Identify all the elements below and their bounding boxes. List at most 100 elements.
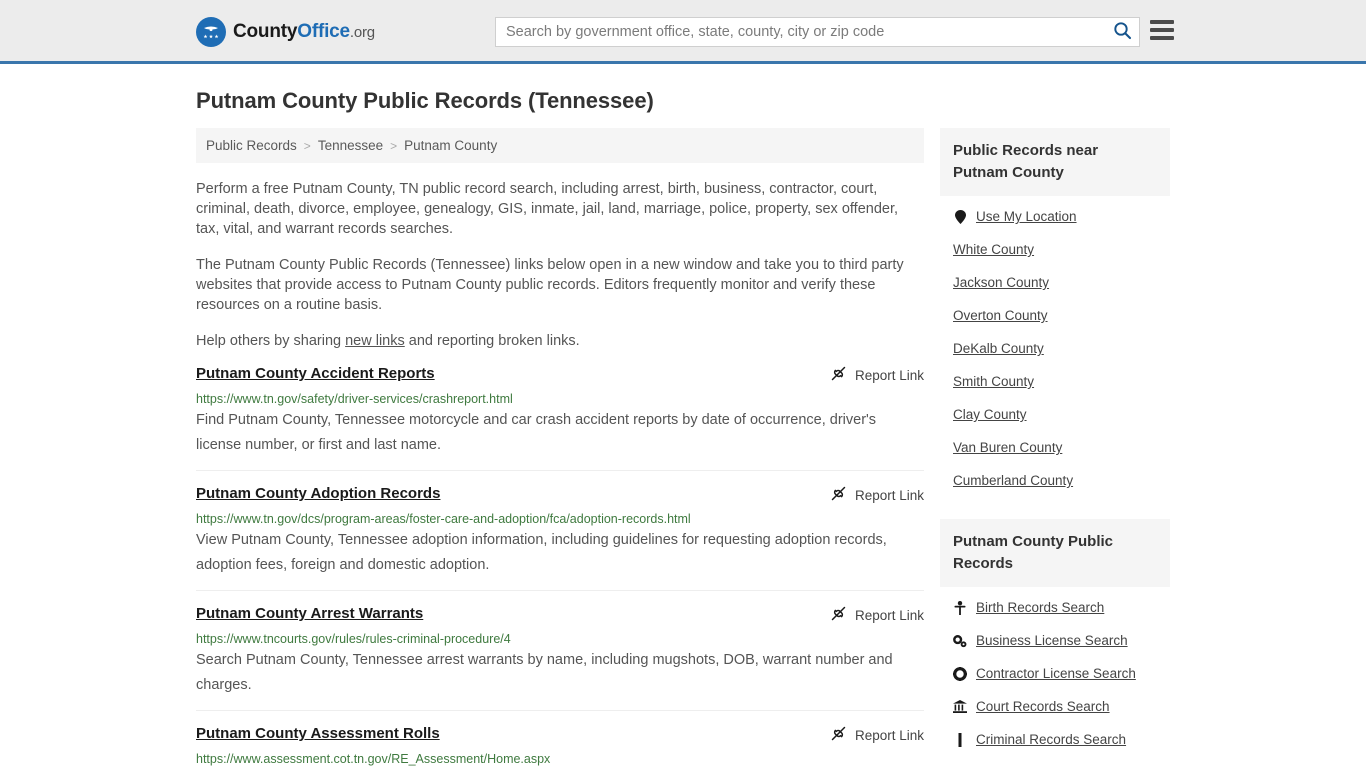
sidebar-link[interactable]: Smith County [953,374,1034,389]
cogs-icon [953,634,967,648]
sidebar-item-contractor-license-search[interactable]: Contractor License Search [953,657,1170,690]
sidebar-item-dekalb-county[interactable]: DeKalb County [953,332,1170,365]
breadcrumb-item-putnam-county[interactable]: Putnam County [404,138,497,153]
site-logo[interactable]: CountyOffice.org [196,17,375,47]
report-link-button[interactable]: Report Link [818,605,924,625]
breadcrumb-item-public-records[interactable]: Public Records [206,138,297,153]
report-link-button[interactable]: Report Link [818,725,924,745]
result-description: View Putnam County, Tennessee adoption i… [196,532,887,573]
search-icon [1113,21,1132,43]
result-description: Search Putnam County, Tennessee arrest w… [196,652,893,693]
eagle-seal-icon [196,17,226,47]
report-link-label: Report Link [854,607,924,623]
breadcrumb: Public Records > Tennessee > Putnam Coun… [196,128,924,163]
sidebar-item-birth-records-search[interactable]: Birth Records Search [953,591,1170,624]
result-title-link[interactable]: Putnam County Arrest Warrants [196,605,423,622]
sidebar-link[interactable]: White County [953,242,1034,257]
intro-paragraph-1: Perform a free Putnam County, TN public … [196,181,899,237]
result-entry-header: Putnam County Accident Reports Report Li… [196,365,924,385]
sidebar-records-list: Birth Records Search Business License Se… [940,587,1170,756]
report-link-label: Report Link [854,487,924,503]
sidebar-item-van-buren-county[interactable]: Van Buren County [953,431,1170,464]
logo-text-county: County [233,21,298,42]
hamburger-bar [1150,20,1174,24]
map-pin-icon [953,209,967,224]
new-links-link[interactable]: new links [345,333,405,349]
content-columns: Public Records > Tennessee > Putnam Coun… [196,128,1170,768]
sidebar-records-heading: Putnam County Public Records [940,519,1170,587]
result-url[interactable]: https://www.assessment.cot.tn.gov/RE_Ass… [196,752,924,766]
sidebar-item-white-county[interactable]: White County [953,233,1170,266]
breadcrumb-separator: > [390,138,398,153]
bank-icon [953,700,967,713]
sidebar-link[interactable]: Court Records Search [976,699,1110,714]
result-entry: Putnam County Adoption Records Report Li… [196,471,924,591]
sidebar-near-section: Public Records near Putnam County Use My… [940,128,1170,497]
share-text-after: and reporting broken links. [404,333,580,349]
result-description: Find Putnam County, Tennessee motorcycle… [196,412,877,453]
sidebar-link[interactable]: Criminal Records Search [976,732,1126,747]
logo-text: CountyOffice.org [233,21,375,43]
broken-link-icon [830,365,847,385]
broken-link-icon [830,485,847,505]
gear-icon [953,666,967,681]
sidebar-item-clay-county[interactable]: Clay County [953,398,1170,431]
result-entry: Putnam County Arrest Warrants Report Lin… [196,591,924,711]
report-link-label: Report Link [854,727,924,743]
sidebar-link[interactable]: Overton County [953,308,1048,323]
hamburger-bar [1150,36,1174,40]
sidebar-item-business-license-search[interactable]: Business License Search [953,624,1170,657]
sidebar-records-section: Putnam County Public Records Birth Recor… [940,519,1170,756]
report-link-button[interactable]: Report Link [818,365,924,385]
report-link-label: Report Link [854,367,924,383]
hamburger-menu-icon[interactable] [1150,20,1174,40]
sidebar-item-cumberland-county[interactable]: Cumberland County [953,464,1170,497]
search-bar[interactable] [495,17,1140,47]
child-icon [953,600,967,615]
result-entry: Putnam County Assessment Rolls Report Li… [196,711,924,768]
breadcrumb-item-tennessee[interactable]: Tennessee [318,138,383,153]
sidebar-link[interactable]: Business License Search [976,633,1128,648]
result-entry: Putnam County Accident Reports Report Li… [196,351,924,471]
sidebar-item-overton-county[interactable]: Overton County [953,299,1170,332]
sidebar: Public Records near Putnam County Use My… [940,128,1170,768]
report-link-button[interactable]: Report Link [818,485,924,505]
sidebar-item-jackson-county[interactable]: Jackson County [953,266,1170,299]
intro-paragraph-3: Help others by sharing new links and rep… [196,331,924,351]
result-url[interactable]: https://www.tn.gov/dcs/program-areas/fos… [196,512,924,526]
result-title-link[interactable]: Putnam County Accident Reports [196,365,435,382]
sidebar-item-criminal-records-search[interactable]: Criminal Records Search [953,723,1170,756]
sidebar-item-court-records-search[interactable]: Court Records Search [953,690,1170,723]
sidebar-link[interactable]: Cumberland County [953,473,1073,488]
search-input[interactable] [496,18,1105,46]
sidebar-near-list: Use My Location White County Jackson Cou… [940,196,1170,497]
site-header: CountyOffice.org [0,0,1366,64]
result-url[interactable]: https://www.tn.gov/safety/driver-service… [196,392,924,406]
result-entry-header: Putnam County Assessment Rolls Report Li… [196,725,924,745]
sidebar-link[interactable]: Jackson County [953,275,1049,290]
broken-link-icon [830,725,847,745]
sidebar-item-smith-county[interactable]: Smith County [953,365,1170,398]
breadcrumb-separator: > [303,138,311,153]
sidebar-link[interactable]: Van Buren County [953,440,1062,455]
broken-link-icon [830,605,847,625]
sidebar-link[interactable]: Use My Location [976,209,1077,224]
result-title-link[interactable]: Putnam County Adoption Records [196,485,440,502]
sidebar-item-use-my-location[interactable]: Use My Location [953,200,1170,233]
result-title-link[interactable]: Putnam County Assessment Rolls [196,725,440,742]
search-button[interactable] [1105,18,1139,46]
main-content: Public Records > Tennessee > Putnam Coun… [196,128,924,768]
sidebar-link[interactable]: Clay County [953,407,1027,422]
intro-paragraph-2: The Putnam County Public Records (Tennes… [196,257,904,313]
sidebar-link[interactable]: Contractor License Search [976,666,1136,681]
result-url[interactable]: https://www.tncourts.gov/rules/rules-cri… [196,632,924,646]
hamburger-bar [1150,28,1174,32]
gavel-icon [953,732,967,747]
sidebar-link[interactable]: Birth Records Search [976,600,1104,615]
logo-text-org: .org [349,24,375,41]
sidebar-link[interactable]: DeKalb County [953,341,1044,356]
share-text-before: Help others by sharing [196,333,346,349]
result-entry-header: Putnam County Arrest Warrants Report Lin… [196,605,924,625]
sidebar-near-heading: Public Records near Putnam County [940,128,1170,196]
result-entry-header: Putnam County Adoption Records Report Li… [196,485,924,505]
